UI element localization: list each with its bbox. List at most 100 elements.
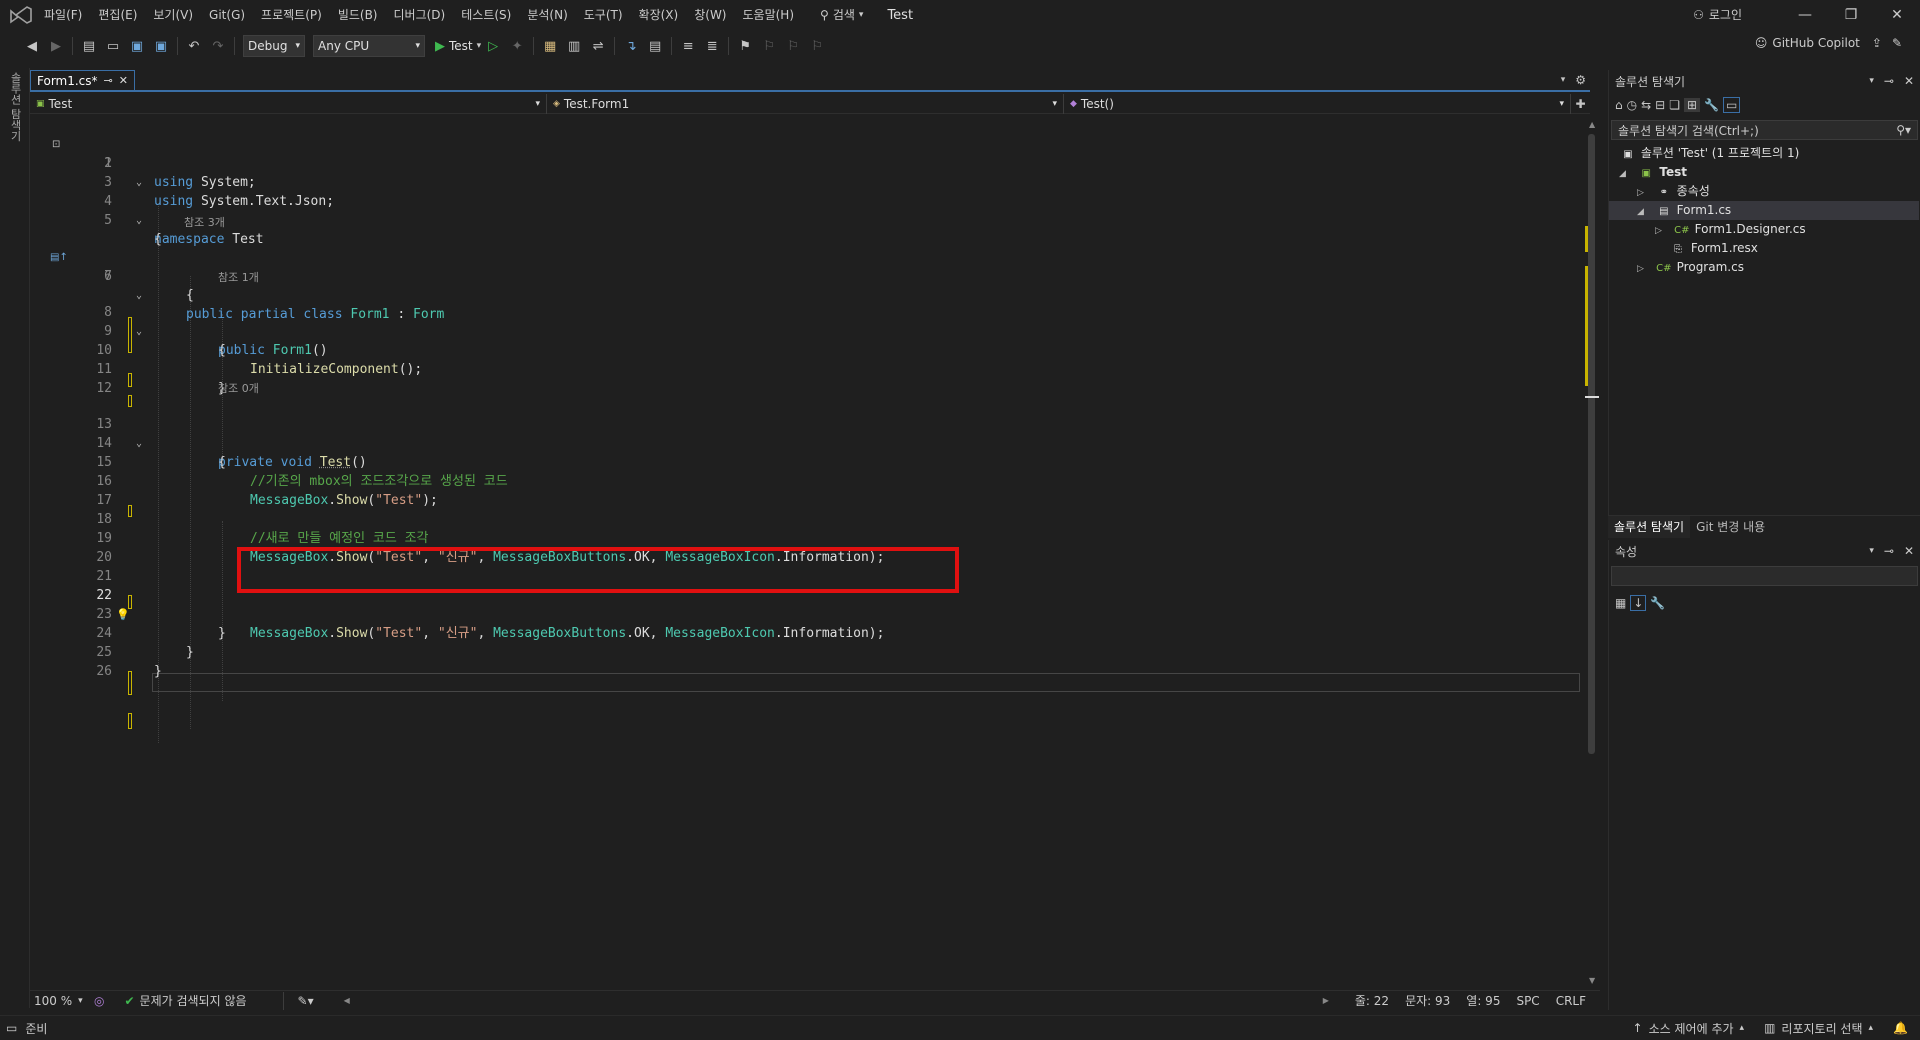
hot-reload-icon[interactable]: ✦: [507, 36, 527, 56]
notifications-icon[interactable]: 🔔: [1893, 1021, 1908, 1035]
menu-file[interactable]: 파일(F): [36, 0, 90, 30]
line-indicator[interactable]: 줄: 22: [1355, 992, 1389, 1009]
menu-build[interactable]: 빌드(B): [330, 0, 386, 30]
tree-item-program[interactable]: ▷ C# Program.cs: [1637, 258, 1744, 277]
collapsed-icon[interactable]: ▷: [1637, 260, 1651, 279]
comment-icon[interactable]: ≡: [678, 36, 698, 56]
rail-solution-explorer-tab[interactable]: 솔루션 탐색기: [7, 72, 23, 142]
codelens-references[interactable]: 참조 1개: [218, 268, 259, 287]
menu-analyze[interactable]: 분석(N): [519, 0, 575, 30]
configuration-dropdown[interactable]: Debug ▾: [243, 35, 305, 57]
login-button[interactable]: ⚇ 로그인: [1693, 6, 1742, 23]
tree-item-project[interactable]: ◢ ▣ Test: [1619, 163, 1687, 182]
editor-vertical-scrollbar[interactable]: ▲ ▼: [1585, 116, 1599, 989]
redo-icon[interactable]: ↷: [208, 36, 228, 56]
codelens-references[interactable]: 참조 0개: [218, 379, 259, 398]
menu-help[interactable]: 도움말(H): [735, 0, 803, 30]
bookmark-icon[interactable]: ⚑: [735, 36, 755, 56]
layout-icon[interactable]: ▥: [564, 36, 584, 56]
menu-view[interactable]: 보기(V): [145, 0, 201, 30]
scroll-down-icon[interactable]: ▼: [1589, 976, 1595, 985]
share-icon[interactable]: ⇪: [1872, 36, 1882, 50]
expanded-icon[interactable]: ◢: [1619, 165, 1633, 184]
menu-project[interactable]: 프로젝트(P): [253, 0, 330, 30]
menu-debug[interactable]: 디버그(D): [386, 0, 454, 30]
tree-item-resx[interactable]: ⎘ Form1.resx: [1669, 239, 1758, 258]
source-control-button[interactable]: ↑ 소스 제어에 추가 ▴: [1633, 1020, 1745, 1037]
home-icon[interactable]: ⌂: [1615, 98, 1623, 112]
pin-icon[interactable]: ⊸: [1884, 74, 1894, 88]
undo-icon[interactable]: ↶: [184, 36, 204, 56]
bookmark-next-icon[interactable]: ⚐: [783, 36, 803, 56]
whitespace-indicator[interactable]: SPC: [1516, 994, 1539, 1008]
codelens-references[interactable]: 참조 3개: [184, 213, 225, 232]
categorized-icon[interactable]: ▦: [1615, 596, 1626, 610]
collapse-all-icon[interactable]: ⊟: [1655, 98, 1665, 112]
properties-wrench-icon[interactable]: 🔧: [1704, 98, 1719, 112]
save-all-icon[interactable]: ▣: [151, 36, 171, 56]
tab-git-changes[interactable]: Git 변경 내용: [1690, 516, 1771, 538]
uncomment-icon[interactable]: ≣: [702, 36, 722, 56]
github-copilot-button[interactable]: ☺ GitHub Copilot ⇪ ✎: [1755, 36, 1902, 50]
output-icon[interactable]: ▭: [6, 1021, 17, 1035]
format-icon[interactable]: ▤: [645, 36, 665, 56]
bookmark-prev-icon[interactable]: ⚐: [759, 36, 779, 56]
bookmark-clear-icon[interactable]: ⚐: [807, 36, 827, 56]
menu-window[interactable]: 창(W): [686, 0, 734, 30]
tree-item-solution[interactable]: ▣ 솔루션 'Test' (1 프로젝트의 1): [1619, 144, 1799, 163]
scroll-up-icon[interactable]: ▲: [1589, 120, 1595, 129]
class-dropdown[interactable]: ◈ Test.Form1 ▾: [547, 93, 1064, 114]
project-dropdown[interactable]: ▣ Test ▾: [30, 93, 547, 114]
platform-dropdown[interactable]: Any CPU ▾: [313, 35, 425, 57]
repository-button[interactable]: ▥ 리포지토리 선택 ▴: [1764, 1020, 1873, 1037]
pin-icon[interactable]: ⊸: [1884, 544, 1894, 558]
step-into-icon[interactable]: ↴: [621, 36, 641, 56]
visual-studio-logo-icon[interactable]: [8, 5, 34, 25]
history-icon[interactable]: ◷: [1627, 98, 1637, 112]
chevron-down-icon[interactable]: ▾: [1869, 76, 1874, 86]
search-menu[interactable]: ⚲ 검색 ▾: [812, 0, 871, 30]
tree-item-dependencies[interactable]: ▷ ⚭ 종속성: [1637, 182, 1710, 201]
close-button[interactable]: ✕: [1874, 0, 1920, 30]
minimize-button[interactable]: —: [1782, 0, 1828, 30]
member-dropdown[interactable]: ◆ Test() ▾: [1064, 93, 1571, 114]
scrollbar-thumb[interactable]: [1588, 134, 1595, 754]
close-icon[interactable]: ✕: [1904, 74, 1914, 88]
scroll-right-icon[interactable]: ▶: [1323, 996, 1329, 1005]
solution-search-input[interactable]: 솔루션 탐색기 검색(Ctrl+;) ⚲▾: [1611, 120, 1918, 140]
new-project-icon[interactable]: ▤: [79, 36, 99, 56]
menu-test[interactable]: 테스트(S): [453, 0, 519, 30]
back-icon[interactable]: ◀: [22, 36, 42, 56]
filter-icon[interactable]: ⊞: [1684, 98, 1701, 112]
settings-icon[interactable]: ⚙: [1575, 73, 1586, 87]
cleanup-icon[interactable]: ⇌: [588, 36, 608, 56]
code-cleanup-icon[interactable]: ✎▾: [298, 994, 314, 1008]
solution-configurations-icon[interactable]: ▦: [540, 36, 560, 56]
tree-item-form1[interactable]: ◢ ▤ Form1.cs: [1609, 201, 1919, 220]
tab-solution-explorer[interactable]: 솔루션 탐색기: [1608, 515, 1691, 538]
preview-icon[interactable]: ▭: [1723, 97, 1741, 113]
split-editor-icon[interactable]: ✚: [1571, 97, 1590, 111]
menu-git[interactable]: Git(G): [201, 0, 253, 30]
alphabetical-icon[interactable]: ↓: [1630, 595, 1647, 611]
restore-button[interactable]: ❐: [1828, 0, 1874, 30]
collapse-icon[interactable]: ⌄: [136, 173, 142, 192]
issues-indicator[interactable]: ✔ 문제가 검색되지 않음: [124, 992, 246, 1009]
col-indicator[interactable]: 열: 95: [1466, 992, 1500, 1009]
zoom-dropdown[interactable]: 100 % ▾: [30, 994, 90, 1008]
show-all-files-icon[interactable]: ❏: [1669, 98, 1680, 112]
collapse-icon[interactable]: ⌄: [136, 322, 142, 341]
code-editor[interactable]: ⊡ 1 ⌄ using System.Text.Json; 2 using Sy…: [30, 116, 1585, 989]
close-icon[interactable]: ✕: [119, 74, 128, 87]
tab-form1-cs[interactable]: Form1.cs* ⊸ ✕: [30, 70, 135, 90]
collapse-icon[interactable]: ⌄: [136, 434, 142, 453]
intellicode-icon[interactable]: ◎: [94, 994, 104, 1008]
properties-object-dropdown[interactable]: [1611, 566, 1918, 586]
property-pages-icon[interactable]: 🔧: [1650, 596, 1665, 610]
sync-icon[interactable]: ⇆: [1641, 98, 1651, 112]
line-ending-indicator[interactable]: CRLF: [1556, 994, 1586, 1008]
collapsed-icon[interactable]: ▷: [1655, 222, 1669, 241]
save-icon[interactable]: ▣: [127, 36, 147, 56]
collapse-icon[interactable]: ⌄: [136, 211, 142, 230]
forward-icon[interactable]: ▶: [46, 36, 66, 56]
